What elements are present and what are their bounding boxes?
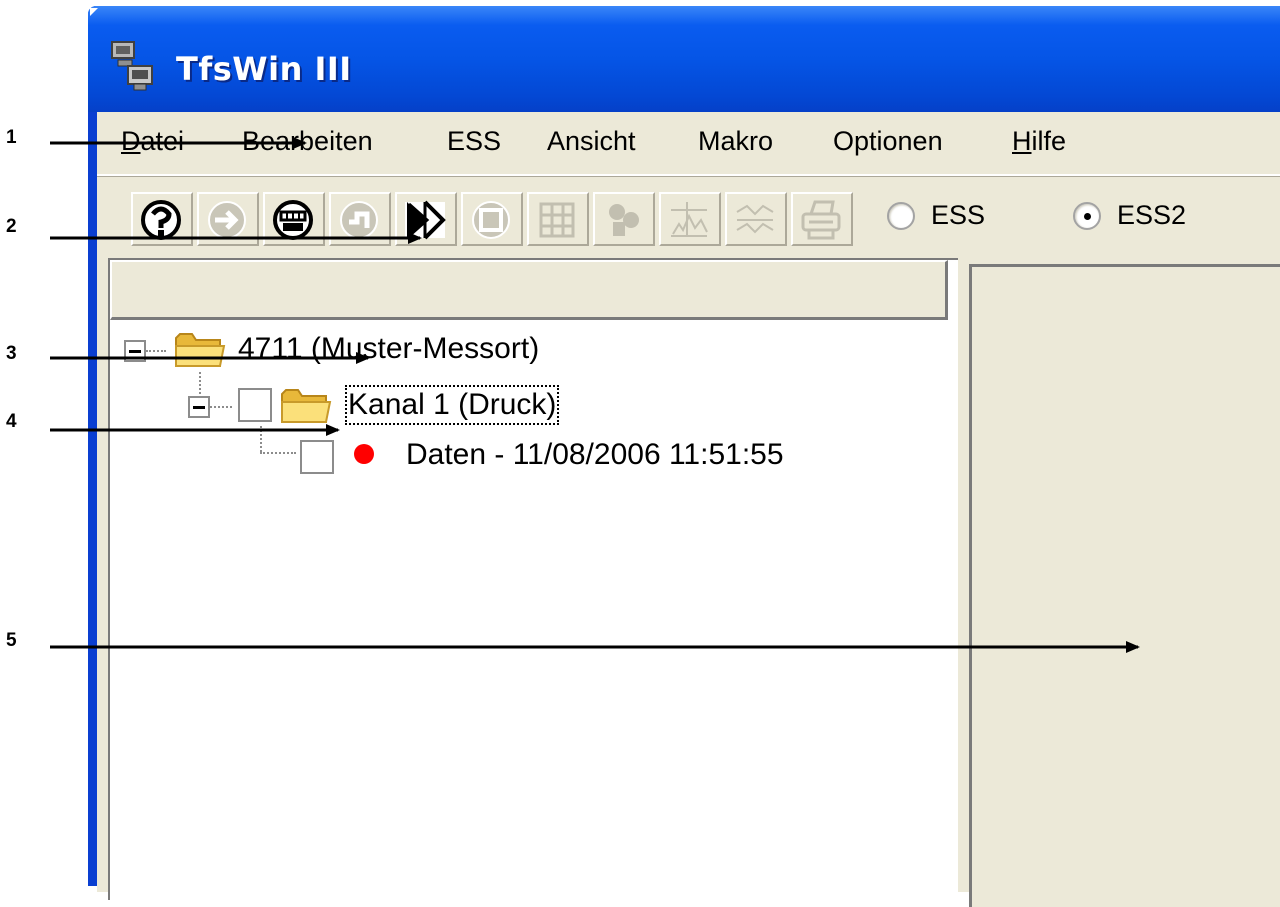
menu-hilfe-rest: ilfe — [1031, 126, 1067, 156]
callout-number-3: 3 — [6, 343, 17, 364]
chart-icon — [671, 202, 708, 237]
status-dot-icon — [354, 444, 374, 464]
tree-connector — [210, 406, 232, 408]
menu-ansicht[interactable]: Ansicht — [547, 126, 636, 157]
toolbar-button-info[interactable] — [461, 192, 523, 246]
callout-number-5: 5 — [6, 630, 17, 651]
toolbar-button-wave[interactable] — [725, 192, 787, 246]
toolbar-button-print[interactable] — [791, 192, 853, 246]
menu-bar: Datei Bearbeiten ESS Ansicht Makro Optio… — [97, 112, 1280, 176]
toolbar-button-import[interactable] — [197, 192, 259, 246]
menu-datei-accel: D — [121, 126, 141, 156]
statistics-icon — [609, 204, 639, 236]
window-title: TfsWin III — [176, 50, 352, 88]
menu-ess[interactable]: ESS — [447, 126, 501, 157]
menu-datei[interactable]: Datei — [121, 126, 184, 157]
toolbar-button-help[interactable] — [131, 192, 193, 246]
toolbar-button-statistics[interactable] — [593, 192, 655, 246]
radio-ess-label: ESS — [931, 200, 986, 230]
menu-bearbeiten[interactable]: Bearbeiten — [242, 126, 373, 157]
menu-hilfe-accel: H — [1012, 126, 1032, 156]
menu-datei-rest: atei — [140, 126, 185, 156]
tree-panel: 4711 (Muster-Messort) Kanal 1 (Druck) Da… — [108, 258, 958, 900]
content-panel — [969, 264, 1280, 907]
menu-makro[interactable]: Makro — [698, 126, 773, 157]
tree-expander-channel[interactable] — [188, 396, 210, 418]
folder-icon — [280, 386, 332, 430]
toolbar-button-chart[interactable] — [659, 192, 721, 246]
toolbar-button-export[interactable] — [329, 192, 391, 246]
tree-panel-header — [110, 260, 948, 320]
table-icon — [539, 202, 575, 238]
toolbar: ESS ESS2 — [97, 184, 1280, 246]
tree-connector — [146, 350, 166, 352]
tree-node-root[interactable]: 4711 (Muster-Messort) — [238, 332, 539, 366]
title-bar[interactable]: TfsWin III — [88, 6, 1280, 112]
radio-ess-circle[interactable] — [887, 202, 915, 230]
tree-checkbox-channel[interactable] — [238, 388, 272, 422]
radio-selected-dot — [1084, 213, 1091, 220]
application-window: TfsWin III Datei Bearbeiten ESS Ansicht … — [88, 6, 1280, 907]
folder-icon — [174, 330, 226, 374]
radio-ess2-circle[interactable] — [1073, 202, 1101, 230]
radio-ess2-label: ESS2 — [1117, 200, 1187, 230]
toolbar-button-communication[interactable] — [263, 192, 325, 246]
callout-number-2: 2 — [6, 216, 17, 237]
menu-hilfe[interactable]: Hilfe — [1012, 126, 1066, 157]
tree-node-data[interactable]: Daten - 11/08/2006 11:51:55 — [406, 438, 784, 472]
tree-node-channel[interactable]: Kanal 1 (Druck) — [344, 385, 560, 425]
toolbar-button-table[interactable] — [527, 192, 589, 246]
import-icon — [208, 201, 246, 239]
tree-expander-root[interactable] — [124, 340, 146, 362]
communication-icon — [273, 200, 313, 240]
callout-number-1: 1 — [6, 127, 17, 148]
print-icon — [801, 200, 841, 240]
tree-checkbox-data[interactable] — [300, 440, 334, 474]
tree-connector — [199, 372, 201, 394]
help-icon — [141, 200, 181, 240]
menu-optionen[interactable]: Optionen — [833, 126, 943, 157]
toolbar-button-zoom[interactable] — [395, 192, 457, 246]
tree-connector — [260, 426, 262, 452]
info-icon — [472, 201, 510, 239]
client-area: Datei Bearbeiten ESS Ansicht Makro Optio… — [97, 112, 1280, 907]
window-corner — [90, 8, 98, 16]
tree-connector — [260, 452, 296, 454]
callout-number-4: 4 — [6, 411, 17, 432]
export-icon — [340, 201, 378, 239]
wave-icon — [736, 204, 774, 234]
app-icon — [110, 40, 160, 94]
zoom-icon — [405, 200, 446, 240]
